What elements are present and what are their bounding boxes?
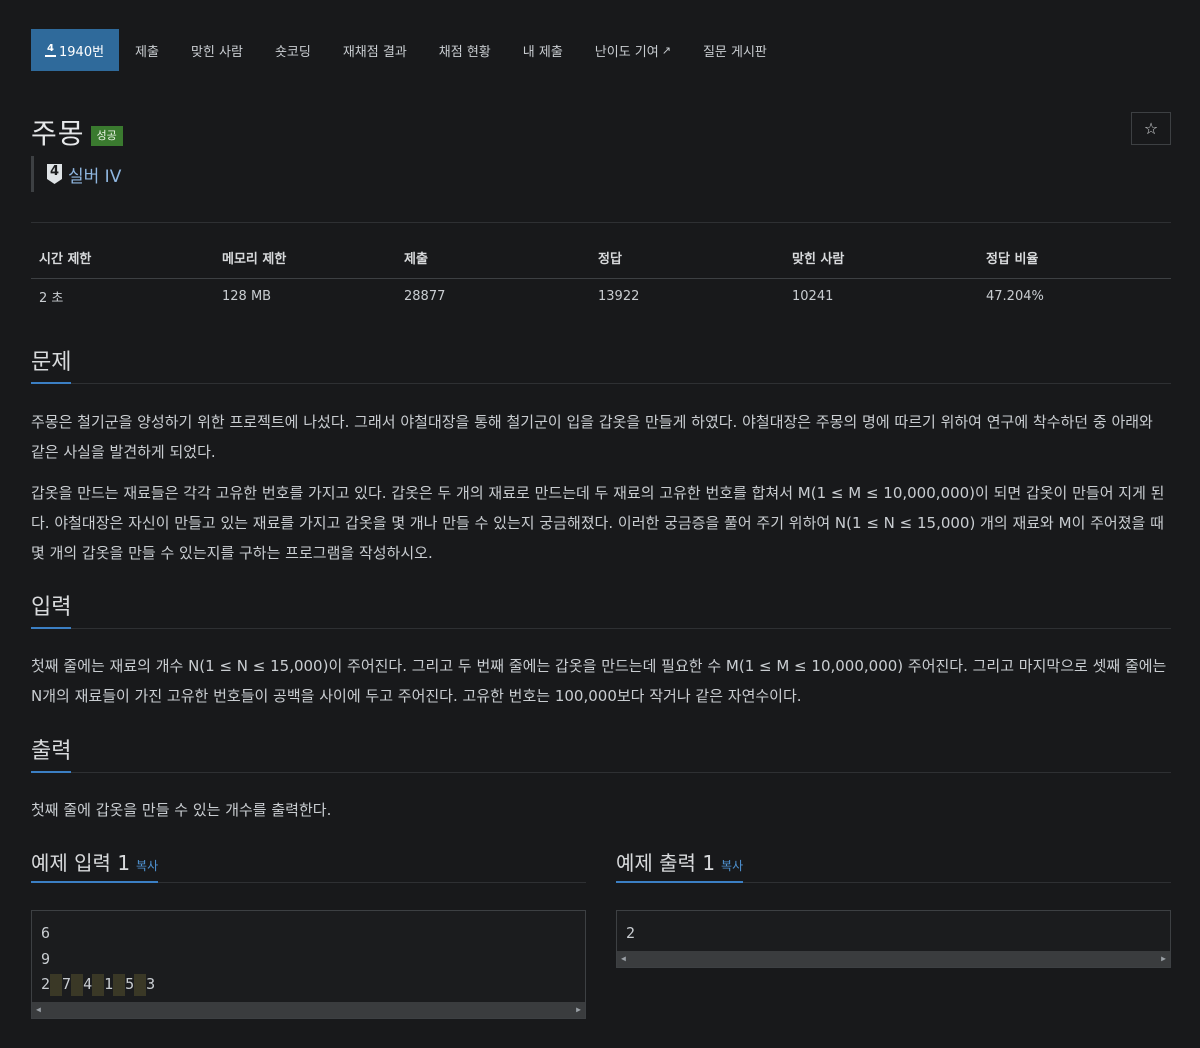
sample-output-title: 예제 출력 1: [616, 851, 716, 875]
header-accept-ratio: 정답 비율: [978, 247, 1171, 279]
whitespace-highlight: [134, 973, 147, 996]
sample-token: 5: [125, 975, 135, 993]
horizontal-scrollbar[interactable]: ◀ ▶: [32, 1001, 585, 1018]
title-row: 주몽 성공: [31, 112, 123, 152]
tab-short-coding[interactable]: 숏코딩: [259, 29, 327, 71]
header-submissions: 제출: [396, 247, 590, 279]
scroll-right-icon[interactable]: ▶: [1161, 951, 1166, 967]
memory-limit-value: 128 MB: [222, 288, 272, 304]
tab-my-submissions[interactable]: 내 제출: [507, 29, 579, 71]
section-problem-heading: 문제: [31, 344, 1171, 384]
sample-input-heading: 예제 입력 1 복사: [31, 847, 586, 883]
star-icon: ☆: [1143, 119, 1159, 138]
copy-sample-output-button[interactable]: 복사: [721, 859, 743, 873]
difficulty-contribution-label: 난이도 기여: [594, 44, 659, 60]
section-title: 출력: [31, 733, 72, 773]
tab-submit[interactable]: 제출: [119, 29, 175, 71]
table-header-row: 시간 제한 메모리 제한 제출 정답 맞힌 사람 정답 비율: [31, 247, 1171, 279]
sample-output-box[interactable]: 2 ◀ ▶: [616, 910, 1171, 968]
header-accepted: 정답: [590, 247, 784, 279]
time-limit-value: 2 초: [39, 290, 64, 306]
divider: [31, 222, 1171, 223]
tier-link[interactable]: 실버 IV: [68, 162, 121, 187]
whitespace-highlight: [92, 973, 105, 996]
problem-number-label: 1940번: [59, 44, 105, 60]
sample-input-line: 274153: [41, 972, 576, 998]
sample-token: 2: [41, 975, 51, 993]
header-time-limit: 시간 제한: [31, 247, 214, 279]
tab-qna-board[interactable]: 질문 게시판: [687, 29, 783, 71]
header-memory-limit: 메모리 제한: [214, 247, 396, 279]
input-description: 첫째 줄에는 재료의 개수 N(1 ≤ N ≤ 15,000)이 주어진다. 그…: [31, 657, 1167, 705]
page-title: 주몽: [31, 117, 85, 150]
sample-input-content: 6 9 274153: [32, 911, 585, 1002]
sample-output-heading: 예제 출력 1 복사: [616, 847, 1171, 883]
problem-info-table: 시간 제한 메모리 제한 제출 정답 맞힌 사람 정답 비율 2 초 128 M…: [31, 247, 1171, 314]
sample-token: 4: [83, 975, 93, 993]
sample-token: 1: [104, 975, 114, 993]
problem-paragraph-1: 주몽은 철기군을 양성하기 위한 프로젝트에 나섰다. 그래서 야철대장을 통해…: [31, 413, 1153, 461]
external-link-icon: ↗: [661, 43, 671, 57]
section-input-heading: 입력: [31, 589, 1171, 629]
copy-sample-input-button[interactable]: 복사: [136, 859, 158, 873]
scroll-left-icon[interactable]: ◀: [621, 951, 626, 967]
whitespace-highlight: [71, 973, 84, 996]
sample-input-line: 6: [41, 924, 51, 942]
silver-tier-icon: 4: [45, 44, 56, 57]
submissions-value: 28877: [404, 288, 446, 304]
silver-tier-icon: 4: [47, 164, 62, 184]
sample-output-line: 2: [626, 924, 636, 942]
tab-rejudge-results[interactable]: 재채점 결과: [327, 29, 423, 71]
output-description: 첫째 줄에 갑옷을 만들 수 있는 개수를 출력한다.: [31, 801, 332, 819]
accept-ratio-value: 47.204%: [986, 288, 1044, 304]
favorite-button[interactable]: ☆: [1131, 112, 1171, 145]
sample-input-box[interactable]: 6 9 274153 ◀ ▶: [31, 910, 586, 1019]
status-badge: 성공: [90, 126, 123, 146]
tier-info: 4 실버 IV: [31, 156, 121, 192]
problem-nav: 4 1940번 제출 맞힌 사람 숏코딩 재채점 결과 채점 현황 내 제출 난…: [31, 29, 1171, 71]
tab-difficulty-contribution[interactable]: 난이도 기여 ↗: [579, 29, 687, 71]
sample-token: 3: [146, 975, 156, 993]
section-title: 문제: [31, 344, 72, 384]
accepted-value: 13922: [598, 288, 640, 304]
sample-token: 7: [62, 975, 72, 993]
horizontal-scrollbar[interactable]: ◀ ▶: [617, 950, 1170, 967]
scroll-left-icon[interactable]: ◀: [36, 1002, 41, 1018]
tab-problem[interactable]: 4 1940번: [31, 29, 120, 71]
section-output-heading: 출력: [31, 733, 1171, 773]
tab-solvers[interactable]: 맞힌 사람: [175, 29, 259, 71]
whitespace-highlight: [50, 973, 63, 996]
sample-output-content: 2: [617, 911, 1170, 951]
problem-page: 4 1940번 제출 맞힌 사람 숏코딩 재채점 결과 채점 현황 내 제출 난…: [31, 29, 1171, 1019]
whitespace-highlight: [113, 973, 126, 996]
tab-status[interactable]: 채점 현황: [423, 29, 507, 71]
section-title: 입력: [31, 589, 72, 629]
sample-input-title: 예제 입력 1: [31, 851, 131, 875]
scroll-right-icon[interactable]: ▶: [576, 1002, 581, 1018]
problem-paragraph-2: 갑옷을 만드는 재료들은 각각 고유한 번호를 가지고 있다. 갑옷은 두 개의…: [31, 484, 1165, 562]
sample-input-line: 9: [41, 949, 51, 968]
table-row: 2 초 128 MB 28877 13922 10241 47.204%: [31, 278, 1171, 314]
header-solvers: 맞힌 사람: [784, 247, 978, 279]
solvers-value: 10241: [792, 288, 834, 304]
